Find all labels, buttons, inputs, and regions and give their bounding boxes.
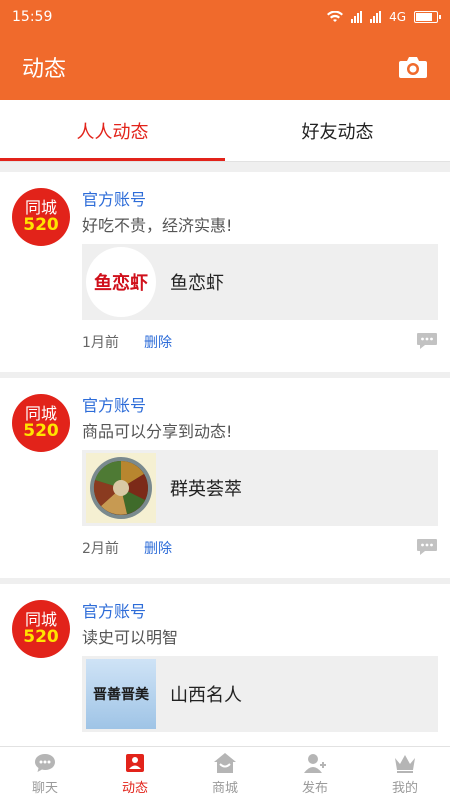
- feed-tabs: 人人动态 好友动态: [0, 100, 450, 162]
- post-text: 商品可以分享到动态!: [82, 422, 233, 441]
- comment-icon[interactable]: [416, 538, 438, 556]
- nav-me[interactable]: 我的: [360, 747, 450, 800]
- camera-icon[interactable]: [398, 55, 428, 79]
- shared-item-title: 鱼恋虾: [170, 273, 224, 294]
- user-add-icon: [304, 753, 326, 773]
- bottom-nav: 聊天 动态 商城 发布 我的: [0, 746, 450, 800]
- delete-button[interactable]: 删除: [144, 538, 172, 558]
- signal-icon: [351, 11, 363, 23]
- delete-button[interactable]: 删除: [144, 332, 172, 352]
- avatar[interactable]: 同城 520: [12, 600, 70, 658]
- post-text: 好吃不贵，经济实惠!: [82, 216, 233, 235]
- post-card: 同城 520 官方账号 好吃不贵，经济实惠! 鱼恋虾 鱼恋虾 1月前 删除: [0, 172, 450, 372]
- post-card: 同城 520 官方账号 商品可以分享到动态! 群英荟萃 2月前 删除: [0, 378, 450, 578]
- nav-publish-label: 发布: [301, 780, 328, 796]
- nav-shop-label: 商城: [211, 780, 238, 796]
- shared-item-card[interactable]: 群英荟萃: [82, 450, 438, 526]
- post-author[interactable]: 官方账号: [82, 598, 146, 622]
- app-bar: 动态: [0, 34, 450, 100]
- shared-item-card[interactable]: 鱼恋虾 鱼恋虾: [82, 244, 438, 320]
- post-text: 读史可以明智: [82, 628, 179, 647]
- post-time: 2月前: [82, 541, 119, 557]
- post-author[interactable]: 官方账号: [82, 186, 146, 210]
- shop-icon: [214, 752, 236, 773]
- post-time: 1月前: [82, 335, 119, 351]
- page-title: 动态: [22, 57, 67, 82]
- network-type: 4G: [389, 10, 406, 24]
- post-author[interactable]: 官方账号: [82, 392, 146, 416]
- nav-shop[interactable]: 商城: [180, 747, 270, 800]
- status-indicators: 4G: [327, 10, 441, 24]
- shared-item-thumbnail: 晋善晋美: [86, 659, 156, 729]
- crown-icon: [395, 754, 415, 773]
- feed-icon: [126, 753, 144, 772]
- wifi-icon: [327, 11, 344, 22]
- nav-chat[interactable]: 聊天: [0, 747, 90, 800]
- avatar[interactable]: 同城 520: [12, 394, 70, 452]
- nav-chat-label: 聊天: [31, 780, 58, 796]
- feed-list[interactable]: 同城 520 官方账号 好吃不贵，经济实惠! 鱼恋虾 鱼恋虾 1月前 删除 同城…: [0, 172, 450, 746]
- tab-friends[interactable]: 好友动态: [225, 100, 450, 161]
- status-time: 15:59: [12, 9, 53, 25]
- shared-item-title: 群英荟萃: [170, 479, 242, 500]
- nav-feed[interactable]: 动态: [90, 747, 180, 800]
- avatar[interactable]: 同城 520: [12, 188, 70, 246]
- nav-publish[interactable]: 发布: [270, 747, 360, 800]
- nav-me-label: 我的: [391, 780, 418, 796]
- status-bar: 15:59 4G: [0, 0, 450, 34]
- post-card: 同城 520 官方账号 读史可以明智 晋善晋美 山西名人: [0, 584, 450, 746]
- chat-icon: [35, 753, 55, 772]
- platter-image: [90, 457, 152, 519]
- shared-item-card[interactable]: 晋善晋美 山西名人: [82, 656, 438, 732]
- signal-icon-2: [370, 11, 382, 23]
- tab-everyone[interactable]: 人人动态: [0, 100, 225, 161]
- nav-feed-label: 动态: [121, 780, 148, 796]
- battery-icon: [414, 11, 441, 23]
- shared-item-thumbnail: 鱼恋虾: [86, 247, 156, 317]
- shared-item-thumbnail: [86, 453, 156, 523]
- shared-item-title: 山西名人: [170, 685, 242, 706]
- comment-icon[interactable]: [416, 332, 438, 350]
